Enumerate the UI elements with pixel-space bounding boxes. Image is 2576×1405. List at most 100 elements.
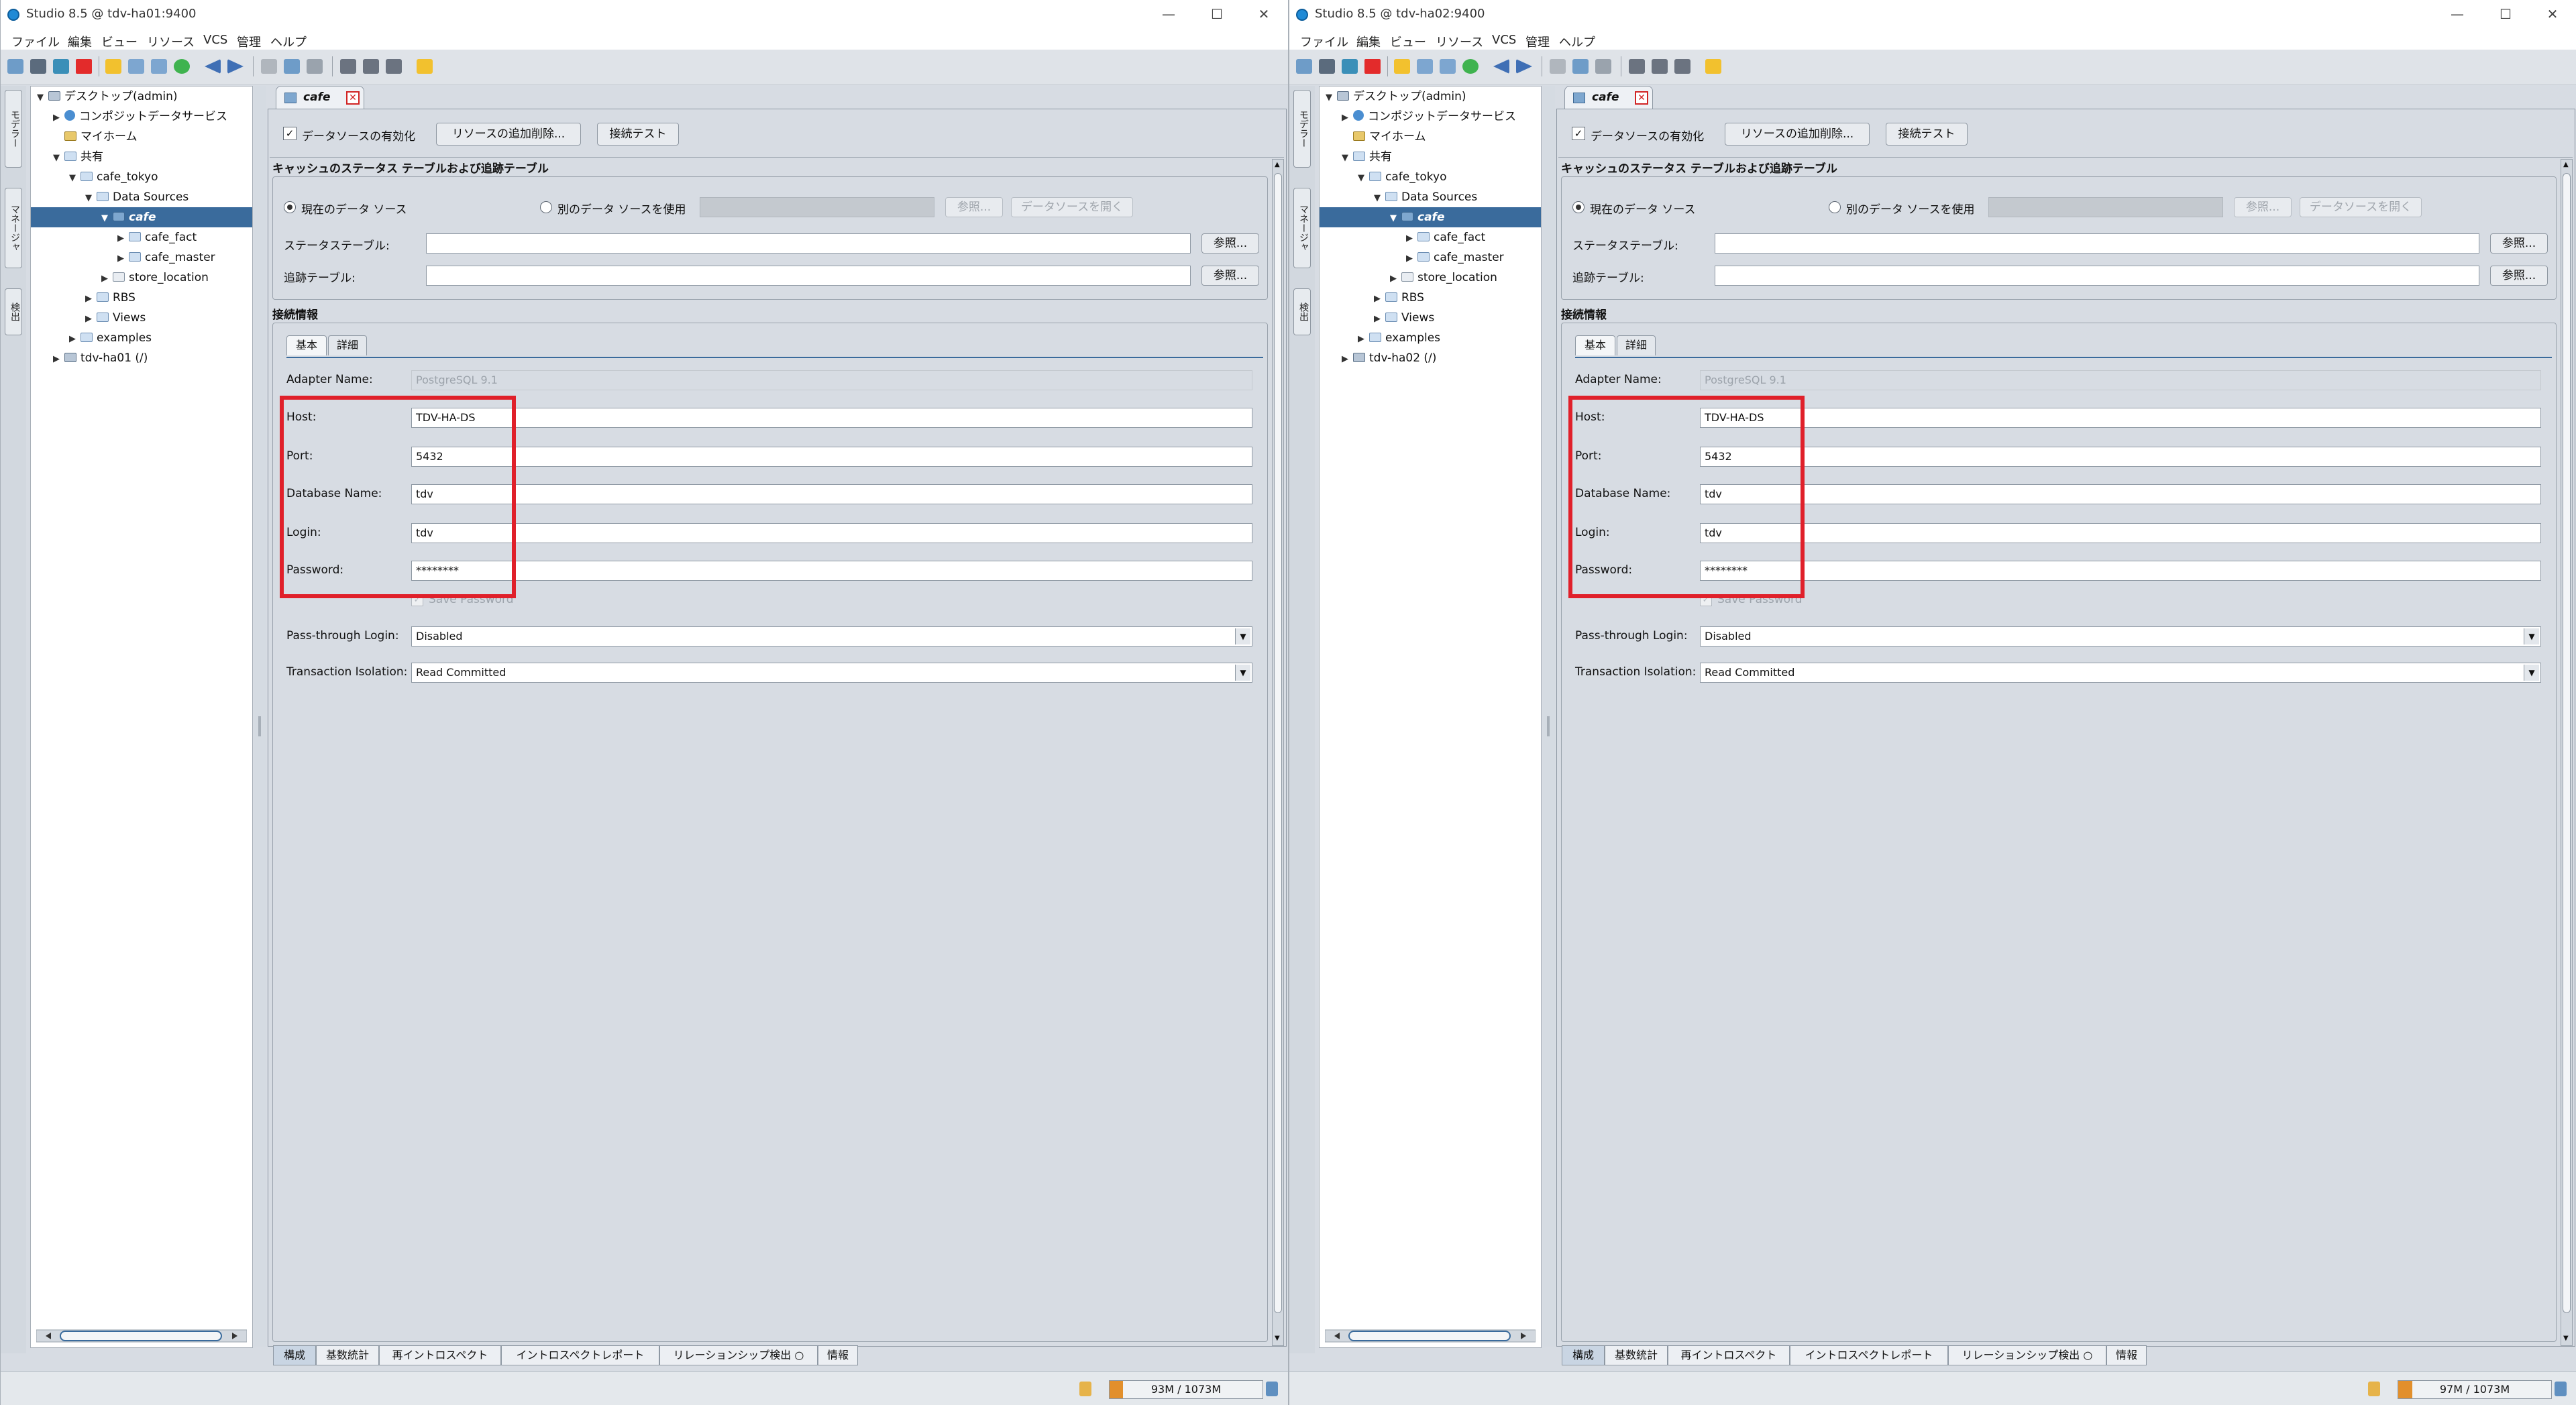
tree-item[interactable]: ▼ Data Sources [1320, 187, 1541, 207]
bottom-tab-config[interactable]: 構成 [273, 1345, 316, 1365]
bottom-tab-introspect-report[interactable]: イントロスペクトレポート [501, 1345, 659, 1365]
tree-item[interactable]: ▼ デスクトップ(admin) [31, 87, 252, 107]
browse-tracking-table-button[interactable]: 参照... [2490, 266, 2548, 286]
bottom-tab-relationship[interactable]: リレーションシップ検出 ○ [1948, 1345, 2106, 1365]
host-field[interactable]: TDV-HA-DS [411, 408, 1252, 428]
maximize-icon[interactable]: ☐ [2490, 4, 2521, 24]
bottom-tab-introspect-report[interactable]: イントロスペクトレポート [1790, 1345, 1948, 1365]
expand-toggle-icon[interactable]: ▶ [1356, 329, 1366, 349]
test-connection-button[interactable]: 接続テスト [597, 123, 679, 146]
database-name-field[interactable]: tdv [411, 484, 1252, 504]
tree-item[interactable]: ▼ 共有 [31, 147, 252, 167]
database-name-field[interactable]: tdv [1700, 484, 2541, 504]
find-icon[interactable] [1629, 59, 1645, 74]
enable-datasource-checkbox[interactable]: ✓ [1572, 127, 1585, 140]
side-tab-discovery[interactable]: 検出 [5, 288, 22, 335]
collapse-toggle-icon[interactable]: ▼ [1388, 209, 1399, 229]
dropdown-arrow-icon[interactable]: ▼ [2524, 665, 2539, 681]
tracking-table-field[interactable] [1715, 266, 2479, 286]
menu-help[interactable]: ヘルプ [270, 33, 307, 50]
tree-item[interactable]: ▶ Views [1320, 308, 1541, 328]
run-icon[interactable] [1462, 59, 1479, 74]
tree-item[interactable]: ▼ デスクトップ(admin) [1320, 87, 1541, 107]
radio-other-datasource[interactable] [1829, 201, 1841, 213]
tree-item[interactable]: ▼ Data Sources [31, 187, 252, 207]
scroll-thumb[interactable] [1274, 173, 1282, 1313]
scroll-down-icon[interactable]: ▼ [2563, 1335, 2569, 1342]
tree-item[interactable]: マイホーム [1320, 127, 1541, 147]
subtab-basic[interactable]: 基本 [1575, 335, 1615, 355]
tree-item[interactable]: ▶ Views [31, 308, 252, 328]
tree-item[interactable]: ▶ cafe_fact [1320, 227, 1541, 247]
expand-toggle-icon[interactable]: ▶ [1404, 229, 1415, 249]
doc-tab-cafe[interactable]: cafe ✕ [276, 86, 364, 109]
expand-toggle-icon[interactable]: ▶ [99, 269, 110, 289]
status-table-field[interactable] [1715, 233, 2479, 254]
cut-icon[interactable] [1550, 59, 1566, 74]
delete-resources-button[interactable]: リソースの追加削除... [436, 123, 581, 146]
scroll-down-icon[interactable]: ▼ [1275, 1335, 1280, 1342]
tree-item[interactable]: ▼ 共有 [1320, 147, 1541, 167]
tree-item[interactable]: ▼ cafe [1320, 207, 1541, 227]
subtab-advanced[interactable]: 詳細 [1617, 335, 1656, 355]
editor-vertical-scrollbar[interactable]: ▲ ▼ [2561, 159, 2573, 1346]
close-tab-icon[interactable]: ✕ [1635, 91, 1648, 105]
delete-resources-button[interactable]: リソースの追加削除... [1725, 123, 1870, 146]
tree-item[interactable]: ▶ cafe_master [1320, 247, 1541, 268]
find-next-icon[interactable] [363, 59, 379, 74]
collapse-icon[interactable] [1440, 59, 1456, 74]
save-icon[interactable] [30, 59, 46, 74]
bottom-tab-cardinality[interactable]: 基数統計 [1605, 1345, 1668, 1365]
tree-item[interactable]: ▶ RBS [1320, 288, 1541, 308]
scroll-up-icon[interactable]: ▲ [1275, 161, 1280, 168]
expand-icon[interactable] [1417, 59, 1433, 74]
delete-icon[interactable] [1364, 59, 1381, 74]
wand-icon[interactable] [105, 59, 121, 74]
find-next-icon[interactable] [1652, 59, 1668, 74]
back-icon[interactable] [1493, 59, 1509, 74]
test-connection-button[interactable]: 接続テスト [1886, 123, 1968, 146]
scroll-up-icon[interactable]: ▲ [2563, 161, 2569, 168]
tree-item[interactable]: ▼ cafe_tokyo [1320, 167, 1541, 187]
password-field[interactable]: ******** [411, 561, 1252, 581]
collapse-toggle-icon[interactable]: ▼ [35, 88, 46, 108]
tree-item[interactable]: ▶ examples [1320, 328, 1541, 348]
tree-item[interactable]: ▶ cafe_master [31, 247, 252, 268]
side-tab-discovery[interactable]: 検出 [1293, 288, 1311, 335]
expand-toggle-icon[interactable]: ▶ [67, 329, 78, 349]
doc-tab-cafe[interactable]: cafe ✕ [1564, 86, 1653, 109]
pane-splitter[interactable] [1543, 86, 1555, 1347]
tag-icon[interactable] [1705, 59, 1721, 74]
delete-icon[interactable] [76, 59, 92, 74]
bottom-tab-relationship[interactable]: リレーションシップ検出 ○ [659, 1345, 818, 1365]
expand-toggle-icon[interactable]: ▶ [1340, 108, 1350, 128]
splitter-grip[interactable] [1547, 716, 1550, 736]
tree-item[interactable]: ▶ store_location [1320, 268, 1541, 288]
bottom-tab-info[interactable]: 情報 [2106, 1345, 2147, 1365]
print-icon[interactable] [386, 59, 402, 74]
tree-item[interactable]: ▶ tdv-ha01 (/) [31, 348, 252, 368]
paste-icon[interactable] [1595, 59, 1611, 74]
pane-splitter[interactable] [254, 86, 266, 1347]
login-field[interactable]: tdv [1700, 523, 2541, 543]
side-tab-modeler[interactable]: モデラー [1293, 90, 1311, 168]
port-field[interactable]: 5432 [411, 447, 1252, 467]
tree-item[interactable]: ▼ cafe [31, 207, 252, 227]
expand-toggle-icon[interactable]: ▶ [1404, 249, 1415, 269]
tree-item[interactable]: マイホーム [31, 127, 252, 147]
browse-tracking-table-button[interactable]: 参照... [1201, 266, 1259, 286]
radio-other-datasource[interactable] [540, 201, 552, 213]
refresh-icon[interactable] [53, 59, 69, 74]
paste-icon[interactable] [307, 59, 323, 74]
tree-item[interactable]: ▼ cafe_tokyo [31, 167, 252, 187]
menu-vcs[interactable]: VCS [203, 33, 227, 47]
garbage-collect-icon[interactable] [2555, 1382, 2567, 1396]
tag-icon[interactable] [417, 59, 433, 74]
expand-toggle-icon[interactable]: ▶ [83, 309, 94, 329]
bottom-tab-reintrospect[interactable]: 再イントロスペクト [379, 1345, 501, 1365]
subtab-advanced[interactable]: 詳細 [328, 335, 367, 355]
menu-edit[interactable]: 編集 [68, 33, 92, 50]
dropdown-arrow-icon[interactable]: ▼ [1235, 665, 1250, 681]
refresh-icon[interactable] [1342, 59, 1358, 74]
expand-toggle-icon[interactable]: ▶ [51, 108, 62, 128]
